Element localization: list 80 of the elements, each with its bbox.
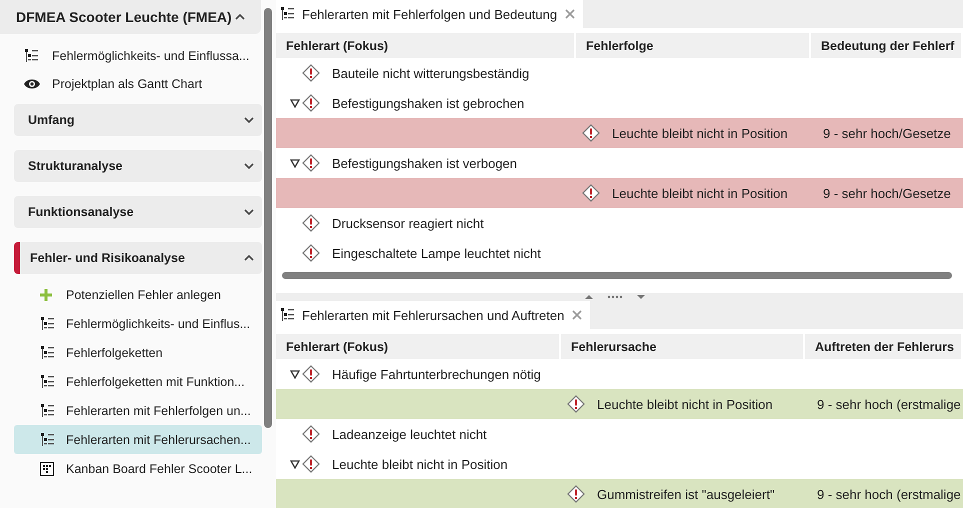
section-header[interactable]: Fehler- und Risikoanalyse — [14, 242, 262, 274]
expand-toggle-icon[interactable] — [290, 98, 300, 108]
scrollbar[interactable] — [264, 8, 272, 428]
warning-icon — [302, 244, 320, 262]
column-header[interactable]: Fehlerart (Fokus) — [276, 33, 576, 58]
project-title: DFMEA Scooter Leuchte (FMEA) — [16, 9, 232, 25]
table-cell: 9 - sehr hoch/Gesetze — [823, 126, 951, 140]
column-header[interactable]: Fehlerart (Fokus) — [276, 334, 561, 359]
failure-mode: Eingeschaltete Lampe leuchtet nicht — [332, 246, 541, 260]
failure-mode: Befestigungshaken ist verbogen — [332, 156, 518, 170]
failure-mode: Leuchte bleibt nicht in Position — [332, 456, 508, 472]
chevron-icon[interactable] — [235, 14, 245, 20]
list-icon — [40, 346, 54, 360]
list-icon — [280, 308, 294, 322]
close-icon[interactable] — [565, 9, 576, 19]
table-cell: 9 - sehr hoch/Gesetze — [823, 186, 951, 200]
chevron-icon[interactable] — [244, 255, 254, 261]
warning-icon — [567, 395, 585, 413]
warning-icon — [302, 455, 320, 473]
list-icon — [40, 316, 54, 330]
section-header[interactable]: Umfang — [14, 104, 262, 136]
failure-mode: Befestigungshaken ist gebrochen — [332, 96, 524, 110]
list-icon — [280, 7, 294, 21]
table-row[interactable]: Leuchte bleibt nicht in Position 9 - sehr hoch/Gesetze — [276, 178, 963, 208]
sidebar-item[interactable]: Fehlerarten mit Fehlerursachen... — [14, 425, 262, 454]
table-cell: 9 - sehr hoch (erstmalige — [817, 396, 961, 412]
sidebar-item[interactable]: Kanban Board Fehler Scooter L... — [14, 454, 262, 483]
failure-mode: Häufige Fahrtunterbrechungen nötig — [332, 366, 541, 382]
list-icon — [40, 432, 54, 446]
table-cell: Gummistreifen ist "ausgeleiert" — [597, 486, 775, 502]
expand-toggle-icon[interactable] — [290, 460, 300, 468]
chevron-icon[interactable] — [244, 117, 254, 123]
view-tab[interactable]: Fehlerarten mit Fehlerursachen und Auftreten — [276, 301, 590, 329]
sidebar-item[interactable]: Fehlermöglichkeits- und Einflussa... — [14, 42, 262, 70]
sidebar-item[interactable]: Projektplan als Gantt Chart — [14, 70, 262, 98]
warning-icon — [582, 184, 600, 202]
table-row[interactable]: Leuchte bleibt nicht in Position 9 - sehr hoch/Gesetze — [276, 118, 963, 148]
expand-toggle-icon[interactable] — [290, 158, 300, 168]
warning-icon — [302, 425, 320, 443]
list-icon — [40, 404, 54, 418]
chevron-icon[interactable] — [244, 209, 254, 215]
warning-icon — [302, 154, 320, 172]
table-cell: Leuchte bleibt nicht in Position — [612, 186, 788, 200]
table-cell: Leuchte bleibt nicht in Position — [597, 396, 773, 412]
column-header[interactable]: Auftreten der Fehlerurs — [805, 334, 963, 359]
table-row[interactable]: Gummistreifen ist "ausgeleiert" 9 - sehr hoch (erstmalige — [276, 479, 963, 508]
splitter-handle[interactable] — [276, 293, 963, 301]
table-cell: Leuchte bleibt nicht in Position — [612, 126, 788, 140]
column-header[interactable]: Bedeutung der Fehlerf — [811, 33, 963, 58]
sidebar-item[interactable]: Fehlerarten mit Fehlerfolgen un... — [14, 396, 262, 425]
failure-mode: Drucksensor reagiert nicht — [332, 216, 484, 230]
chevron-icon[interactable] — [244, 163, 254, 169]
failure-mode: Bauteile nicht witterungsbeständig — [332, 66, 530, 80]
section-header[interactable]: Funktionsanalyse — [14, 196, 262, 228]
close-icon[interactable] — [572, 310, 582, 320]
plus-icon — [40, 288, 52, 300]
sidebar-item[interactable]: Fehlermöglichkeits- und Einflus... — [14, 309, 262, 338]
warning-icon — [302, 214, 320, 232]
project-header[interactable]: DFMEA Scooter Leuchte (FMEA) — [0, 0, 261, 34]
column-header[interactable]: Fehlerursache — [561, 334, 805, 359]
view-tab[interactable]: Fehlerarten mit Fehlerfolgen und Bedeutung — [276, 0, 584, 28]
scrollbar[interactable] — [282, 272, 952, 279]
warning-icon — [567, 485, 585, 503]
list-icon — [40, 374, 54, 388]
warning-icon — [582, 124, 600, 142]
eye-icon — [24, 78, 40, 90]
board-icon — [40, 462, 54, 476]
table-cell: 9 - sehr hoch (erstmalige — [817, 486, 961, 502]
expand-toggle-icon[interactable] — [290, 370, 300, 378]
sidebar-item[interactable]: Fehlerfolgeketten mit Funktion... — [14, 367, 262, 396]
warning-icon — [302, 94, 320, 112]
table-row[interactable]: Leuchte bleibt nicht in Position 9 - sehr hoch (erstmalige — [276, 389, 963, 419]
sidebar-item[interactable]: Fehlerfolgeketten — [14, 338, 262, 367]
column-header[interactable]: Fehlerfolge — [576, 33, 811, 58]
warning-icon — [302, 64, 320, 82]
failure-mode: Ladeanzeige leuchtet nicht — [332, 426, 487, 442]
list-icon — [24, 49, 38, 63]
sidebar-item[interactable]: Potenziellen Fehler anlegen — [14, 280, 262, 309]
warning-icon — [302, 365, 320, 383]
section-header[interactable]: Strukturanalyse — [14, 150, 262, 182]
